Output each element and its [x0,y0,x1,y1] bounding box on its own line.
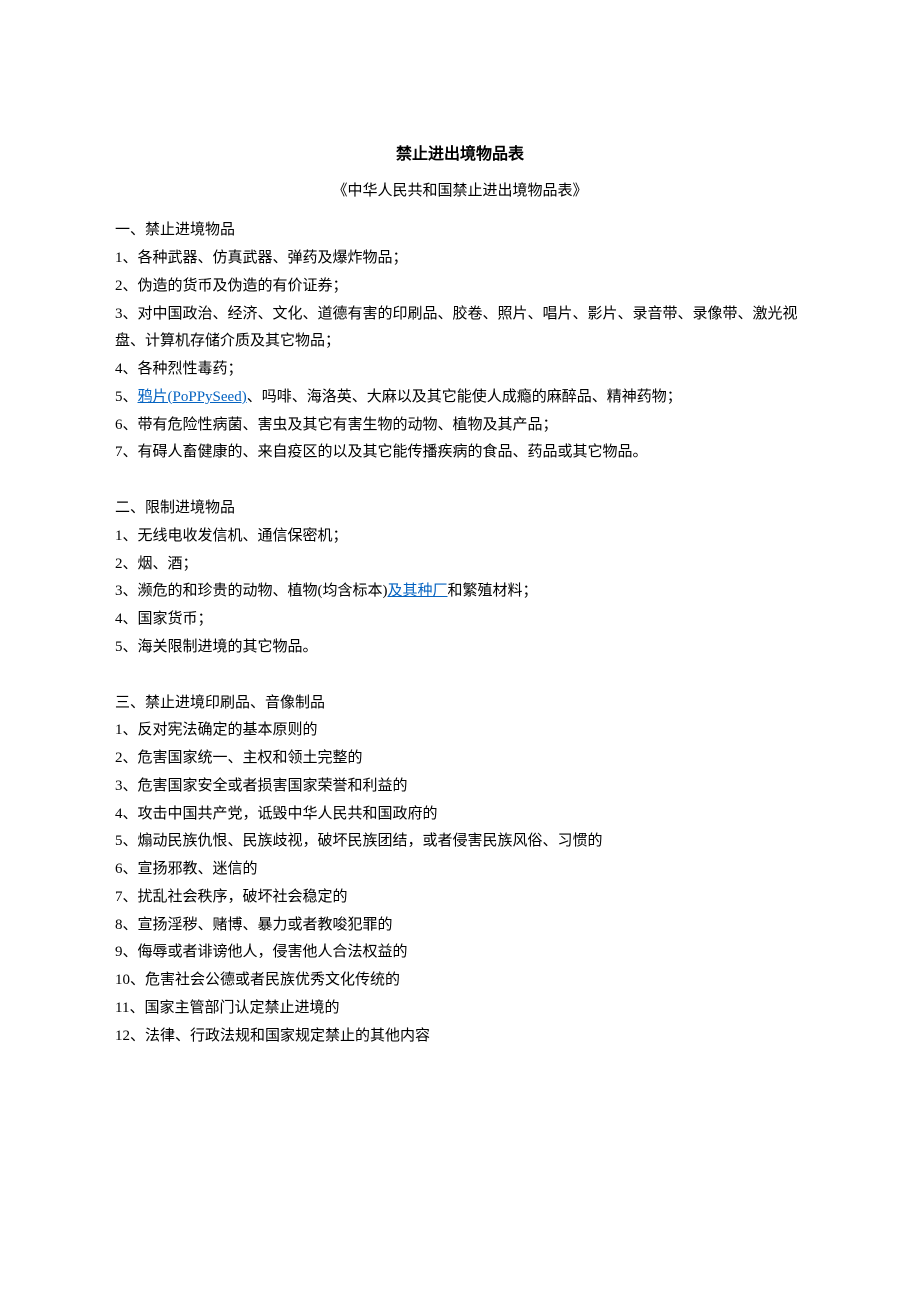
section3-item-10: 10、危害社会公德或者民族优秀文化传统的 [115,967,805,995]
item5-rest: 、吗啡、海洛英、大麻以及其它能使人成瘾的麻醉品、精神药物； [247,389,682,405]
section3-item-4: 4、攻击中国共产党，诋毁中华人民共和国政府的 [115,801,805,829]
poppy-seed-link[interactable]: 鸦片(PoPPySeed) [138,389,247,405]
item3-rest: 和繁殖材料； [448,583,538,599]
section1-item-2: 2、伪造的货币及伪造的有价证券； [115,273,805,301]
section1-item-1: 1、各种武器、仿真武器、弹药及爆炸物品； [115,245,805,273]
section2-item-4: 4、国家货币； [115,606,805,634]
section2-item-2: 2、烟、酒； [115,551,805,579]
section2-header: 二、限制进境物品 [115,495,805,523]
seed-link[interactable]: 及其种厂 [388,583,448,599]
section2-item-1: 1、无线电收发信机、通信保密机； [115,523,805,551]
section3-item-3: 3、危害国家安全或者损害国家荣誉和利益的 [115,773,805,801]
section1-item-6: 6、带有危险性病菌、害虫及其它有害生物的动物、植物及其产品； [115,412,805,440]
section3-item-8: 8、宣扬淫秽、赌博、暴力或者教唆犯罪的 [115,912,805,940]
section3-item-11: 11、国家主管部门认定禁止进境的 [115,995,805,1023]
section1-item-3: 3、对中国政治、经济、文化、道德有害的印刷品、胶卷、照片、唱片、影片、录音带、录… [115,301,805,357]
section3-item-5: 5、煽动民族仇恨、民族歧视，破坏民族团结，或者侵害民族风俗、习惯的 [115,828,805,856]
section3-item-9: 9、侮辱或者诽谤他人，侵害他人合法权益的 [115,939,805,967]
item3-pre: 3、濒危的和珍贵的动物、植物(均含标本) [115,583,388,599]
section3-item-1: 1、反对宪法确定的基本原则的 [115,717,805,745]
section1-item-5: 5、鸦片(PoPPySeed)、吗啡、海洛英、大麻以及其它能使人成瘾的麻醉品、精… [115,384,805,412]
section1-header: 一、禁止进境物品 [115,217,805,245]
section3-item-2: 2、危害国家统一、主权和领土完整的 [115,745,805,773]
section1-item-4: 4、各种烈性毒药； [115,356,805,384]
section3-item-7: 7、扰乱社会秩序，破坏社会稳定的 [115,884,805,912]
section3-item-12: 12、法律、行政法规和国家规定禁止的其他内容 [115,1023,805,1051]
section3-item-6: 6、宣扬邪教、迷信的 [115,856,805,884]
section3-header: 三、禁止进境印刷品、音像制品 [115,690,805,718]
section1-item-7: 7、有碍人畜健康的、来自疫区的以及其它能传播疾病的食品、药品或其它物品。 [115,439,805,467]
document-subtitle: 《中华人民共和国禁止进出境物品表》 [115,178,805,206]
item5-num: 5、 [115,389,138,405]
section2-item-5: 5、海关限制进境的其它物品。 [115,634,805,662]
document-title: 禁止进出境物品表 [115,140,805,170]
section2-item-3: 3、濒危的和珍贵的动物、植物(均含标本)及其种厂和繁殖材料； [115,578,805,606]
